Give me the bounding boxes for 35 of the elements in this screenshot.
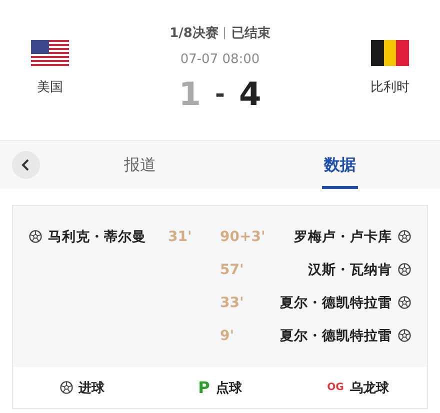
us-flag-icon — [31, 40, 69, 66]
match-stage: 1/8决赛 — [170, 24, 218, 42]
tab[interactable]: 报道 — [122, 141, 158, 189]
match-time: 07-07 08:00 — [180, 52, 260, 67]
soccer-ball-icon — [60, 381, 72, 394]
event-minute: 33' — [220, 294, 244, 310]
score-separator: - — [215, 80, 225, 108]
legend-label: 进球 — [78, 380, 104, 396]
event-minute: 9' — [220, 328, 234, 344]
soccer-ball-icon — [398, 230, 411, 243]
soccer-ball-icon — [398, 296, 411, 309]
player-name: 夏尔・德凯特拉雷 — [280, 294, 392, 312]
soccer-ball-icon — [29, 230, 42, 243]
legend-label: 乌龙球 — [350, 380, 389, 396]
soccer-ball-icon — [398, 329, 411, 342]
player-name: 汉斯・瓦纳肯 — [308, 260, 392, 278]
legend-label: 点球 — [216, 380, 242, 396]
event-minute: 57' — [220, 262, 244, 278]
event-minute: 90+3' — [220, 228, 266, 244]
soccer-ball-icon — [398, 263, 411, 276]
event-minute: 31' — [168, 228, 192, 244]
belgian-flag-icon — [371, 40, 409, 66]
home-score: 1 — [178, 75, 202, 113]
team-name: 比利时 — [370, 79, 410, 96]
player-name: 罗梅卢・卢卡库 — [294, 228, 392, 246]
own-goal-symbol: OG — [327, 382, 344, 393]
player-name: 马利克・蒂尔曼 — [48, 228, 146, 246]
tab[interactable]: 数据 — [322, 141, 358, 189]
away-score: 4 — [238, 75, 262, 113]
back-chevron-icon — [21, 158, 31, 172]
player-name: 夏尔・德凯特拉雷 — [280, 326, 392, 344]
back-button[interactable] — [12, 151, 40, 179]
penalty-symbol: P — [198, 378, 210, 397]
match-status: 已结束 — [231, 25, 270, 42]
team-name: 美国 — [37, 79, 63, 96]
